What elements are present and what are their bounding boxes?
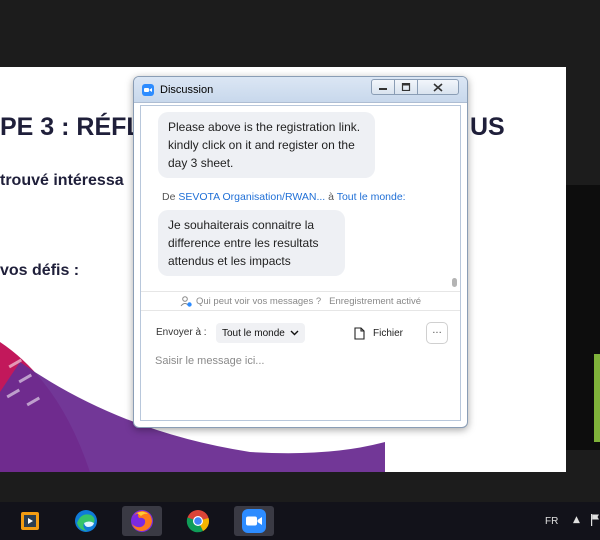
firefox-icon [131,510,153,532]
slide-text-line: trouvé intéressa [0,172,124,189]
participant-video-tile[interactable] [594,354,600,442]
chat-message-bubble: Je souhaiterais connaitre la difference … [158,210,345,276]
edge-browser-icon [75,510,97,532]
send-to-label: Envoyer à : [156,327,207,338]
maximize-icon [401,83,411,91]
chrome-icon [186,510,209,533]
slide-title-left: PE 3 : RÉFL [0,113,142,141]
slide-text-line: vos défis : [0,262,80,279]
chat-message-bubble: Please above is the registration link. k… [158,112,375,178]
sender-name-link[interactable]: SEVOTA Organisation/RWAN... [178,191,325,203]
to-word: à [328,191,334,203]
chat-titlebar[interactable]: Discussion [134,77,467,103]
send-to-row: Envoyer à : Tout le monde Fichier ··· [141,322,460,344]
media-player-icon [21,512,39,530]
minimize-button[interactable] [371,79,395,95]
zoom-icon [242,509,266,533]
tray-expand-icon[interactable]: ▲ [573,515,580,525]
recipient-select[interactable]: Tout le monde [216,323,305,343]
sender-prefix: De [162,191,176,203]
chat-window: Discussion Please above is the registrat… [133,76,468,428]
file-icon [354,326,365,340]
taskbar-zoom[interactable] [234,506,274,536]
recipient-link[interactable]: Tout le monde: [337,191,406,203]
close-icon [433,82,443,92]
taskbar-chrome[interactable] [178,506,218,536]
zoom-app-icon [142,83,154,96]
action-center-flag-icon[interactable] [590,513,600,527]
window-title: Discussion [160,83,214,96]
scrollbar-thumb[interactable] [452,278,457,287]
message-input[interactable] [155,352,450,370]
recipient-select-value: Tout le monde [222,327,285,339]
maximize-button[interactable] [394,79,418,95]
file-button[interactable]: Fichier [354,323,403,343]
taskbar-edge[interactable] [66,506,106,536]
message-scrollbar[interactable] [452,106,459,289]
privacy-notice[interactable]: Qui peut voir vos messages ? Enregistrem… [141,291,460,311]
slide-title-right: US [470,113,505,141]
chevron-down-icon [290,330,299,336]
close-button[interactable] [417,79,459,95]
window-controls [371,79,459,95]
chat-panel: Please above is the registration link. k… [140,105,461,421]
more-options-button[interactable]: ··· [426,322,448,344]
file-button-label: Fichier [373,327,404,339]
message-sender-line: De SEVOTA Organisation/RWAN... à Tout le… [162,191,406,203]
language-indicator[interactable]: FR [545,516,558,527]
more-options-icon: ··· [432,327,442,339]
participants-info-icon [180,295,192,307]
recording-status-text: Enregistrement activé [329,295,422,307]
message-list[interactable]: Please above is the registration link. k… [141,106,460,289]
taskbar-media-player[interactable] [10,506,50,536]
minimize-icon [379,88,387,90]
taskbar-firefox[interactable] [122,506,162,536]
windows-taskbar: FR ▲ [0,502,600,540]
who-can-see-text: Qui peut voir vos messages ? [195,295,322,307]
